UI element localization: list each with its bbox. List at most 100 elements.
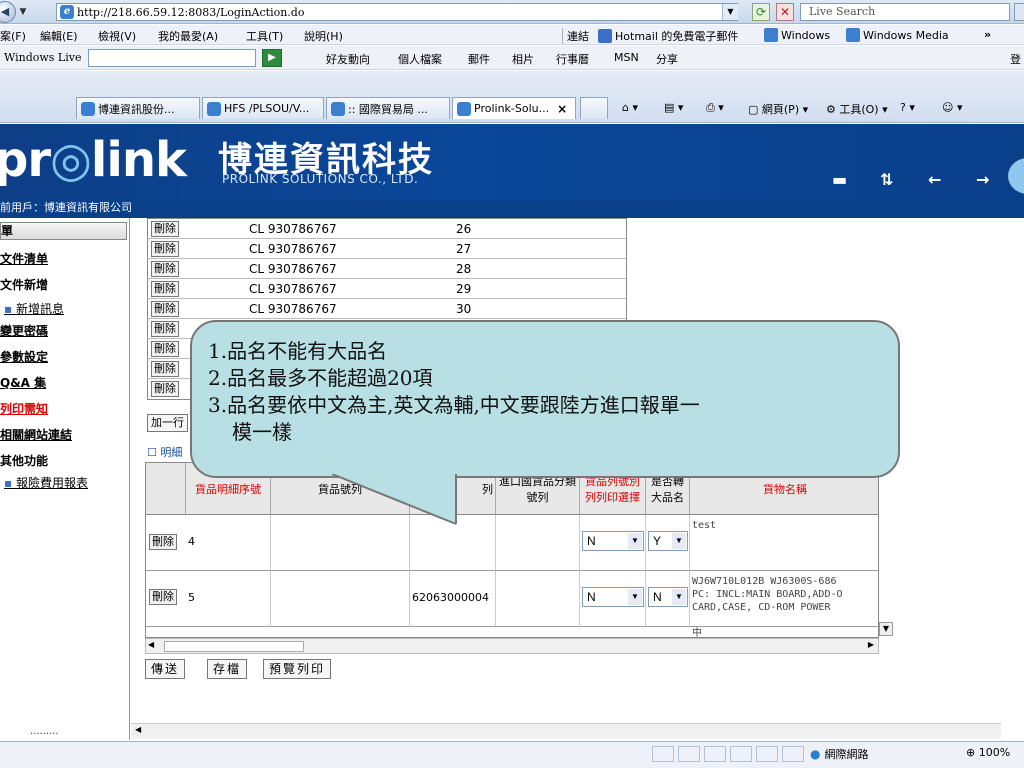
nav-change-password[interactable]: 變更密碼 xyxy=(0,322,48,339)
help-icon[interactable]: ? ▾ xyxy=(900,101,915,114)
forward-arrow-icon[interactable]: → xyxy=(976,170,989,189)
send-button[interactable]: 傳送 xyxy=(145,659,186,679)
tab-hfs[interactable]: HFS /PLSOU/V... xyxy=(202,97,324,119)
live-item-profile[interactable]: 個人檔案 xyxy=(398,51,442,67)
nav-new-message[interactable]: ▪ 新增訊息 xyxy=(4,300,64,317)
url-dropdown-icon[interactable]: ▼ xyxy=(722,4,738,20)
detail-horizontal-scrollbar[interactable]: ◀ ▶ xyxy=(145,638,879,654)
nav-insurance-report[interactable]: ▪ 報險費用報表 xyxy=(4,474,88,491)
url-input[interactable]: e http://218.66.59.12:8083/LoginAction.d… xyxy=(56,3,738,21)
save-button[interactable]: 存檔 xyxy=(207,659,248,679)
page-menu[interactable]: ▢ 網頁(P) ▾ xyxy=(748,101,808,117)
main-content: 刪除 CL 930786767 26 刪除 CL 930786767 27 刪除… xyxy=(131,218,1024,740)
page-horizontal-scrollbar[interactable]: ◀ xyxy=(131,723,1001,739)
search-go-icon[interactable] xyxy=(1014,3,1024,21)
back-button[interactable]: ◀ xyxy=(0,0,16,23)
status-cell xyxy=(782,746,804,762)
add-row-button[interactable]: 加一行 xyxy=(147,414,188,432)
security-zone[interactable]: ● 網際網路 xyxy=(810,746,868,762)
scroll-left-icon[interactable]: ◀ xyxy=(135,725,141,734)
stop-button[interactable]: ✕ xyxy=(776,3,794,21)
live-item-calendar[interactable]: 行事曆 xyxy=(556,51,589,67)
menu-view[interactable]: 檢視(V) xyxy=(98,28,136,44)
live-item-friends[interactable]: 好友動向 xyxy=(326,51,370,67)
print-option-select[interactable]: N xyxy=(582,531,644,551)
back-arrow-icon[interactable]: ← xyxy=(928,170,941,189)
status-bar: ● 網際網路 ⊕ 100% xyxy=(0,741,1024,768)
nav-settings[interactable]: 參數設定 xyxy=(0,348,48,365)
messenger-icon[interactable]: ☺ ▾ xyxy=(942,101,963,114)
menu-favorites[interactable]: 我的最愛(A) xyxy=(158,28,218,44)
delete-button[interactable]: 刪除 xyxy=(151,220,179,237)
company-name-en: PROLINK SOLUTIONS CO., LTD. xyxy=(222,172,419,186)
scroll-right-icon[interactable]: ▶ xyxy=(868,640,874,649)
ie-link-icon xyxy=(764,28,778,42)
nav-print-notes[interactable]: 列印需知 xyxy=(0,400,48,417)
nav-qa[interactable]: Q&A 集 xyxy=(0,374,46,391)
delete-button[interactable]: 刪除 xyxy=(151,340,179,357)
nav-other-functions[interactable]: 其他功能 xyxy=(0,452,48,469)
menu-edit[interactable]: 編輯(E) xyxy=(40,28,78,44)
zoom-level[interactable]: ⊕ 100% xyxy=(966,746,1010,759)
detail-class-cell xyxy=(496,515,580,571)
goods-name-textarea[interactable]: WJ6W710L012B WJ6300S-686 PC: INCL:MAIN B… xyxy=(690,571,878,627)
print-preview-button[interactable]: 預覽列印 xyxy=(263,659,332,679)
annotation-callout: 1.品名不能有大品名 2.品名最多不能超過20項 3.品名要依中文為主,英文為輔… xyxy=(190,320,900,478)
link-hotmail[interactable]: Hotmail 的免費電子郵件 xyxy=(598,28,738,44)
delete-button[interactable]: 刪除 xyxy=(149,589,177,605)
close-tab-icon[interactable]: × xyxy=(557,102,567,116)
live-search-input[interactable]: Live Search xyxy=(800,3,1010,21)
menu-help[interactable]: 說明(H) xyxy=(304,28,343,44)
delete-button[interactable]: 刪除 xyxy=(151,320,179,337)
detail-section-toggle[interactable]: ☐ 明細 xyxy=(147,444,182,460)
delete-button[interactable]: 刪除 xyxy=(151,381,179,397)
delete-button[interactable]: 刪除 xyxy=(151,240,179,257)
goods-name-textarea[interactable]: test xyxy=(690,515,878,571)
link-windows[interactable]: Windows xyxy=(764,28,830,42)
delete-button[interactable]: 刪除 xyxy=(151,360,179,377)
feeds-icon[interactable]: ▤ ▾ xyxy=(664,101,683,114)
live-item-mail[interactable]: 郵件 xyxy=(468,51,490,67)
print-icon[interactable]: ⎙ ▾ xyxy=(706,101,724,115)
refresh-button[interactable]: ⟳ xyxy=(752,3,770,21)
tab-prolink-company[interactable]: 博連資訊股份... xyxy=(76,97,200,119)
home-icon[interactable]: ⌂ ▾ xyxy=(622,101,638,114)
major-name-select[interactable]: N xyxy=(648,587,688,607)
tab-prolink-solutions[interactable]: Prolink-Solu... × xyxy=(452,97,576,119)
new-tab-button[interactable] xyxy=(580,97,608,119)
scrollbar-thumb[interactable] xyxy=(164,641,304,652)
nav-resize-handle[interactable]: ......... xyxy=(30,726,59,737)
delete-button[interactable]: 刪除 xyxy=(151,260,179,277)
print-option-select[interactable]: N xyxy=(582,587,644,607)
live-item-share[interactable]: 分享 xyxy=(656,51,678,67)
tabs-bar: 博連資訊股份... HFS /PLSOU/V... :: 國際貿易局 ... P… xyxy=(0,71,1024,123)
table-row: 刪除 CL 930786767 29 xyxy=(148,279,626,299)
live-item-signin[interactable]: 登 xyxy=(1010,51,1021,67)
history-dropdown-icon[interactable]: ▼ xyxy=(16,7,30,17)
nav-document-new[interactable]: 文件新增 xyxy=(0,276,48,293)
links-more-button[interactable]: » xyxy=(984,28,991,41)
nav-document-list[interactable]: 文件清单 xyxy=(0,250,48,267)
major-name-select[interactable]: Y xyxy=(648,531,688,551)
link-windows-media[interactable]: Windows Media xyxy=(846,28,949,42)
tab-trade-bureau[interactable]: :: 國際貿易局 ... xyxy=(326,97,450,119)
live-item-msn[interactable]: MSN xyxy=(614,51,639,64)
scroll-down-icon[interactable]: ▼ xyxy=(879,622,893,636)
live-item-photos[interactable]: 相片 xyxy=(512,51,534,67)
ie-link-icon xyxy=(846,28,860,42)
tools-menu[interactable]: ⚙ 工具(O) ▾ xyxy=(826,101,888,117)
delete-button[interactable]: 刪除 xyxy=(151,300,179,317)
nav-header: 單 xyxy=(0,222,127,240)
detail-print-cell: N xyxy=(580,515,646,571)
nav-related-links[interactable]: 相關網站連結 xyxy=(0,426,72,443)
menu-tools[interactable]: 工具(T) xyxy=(246,28,283,44)
windows-live-search-input[interactable] xyxy=(88,49,256,67)
menu-file[interactable]: 案(F) xyxy=(0,28,26,44)
windows-live-search-button[interactable]: ▶ xyxy=(262,49,282,67)
table-row: 刪除 CL 930786767 26 xyxy=(148,219,626,239)
delete-button[interactable]: 刪除 xyxy=(151,280,179,297)
minimize-icon[interactable]: ▬ xyxy=(832,170,847,189)
swap-icon[interactable]: ⇅ xyxy=(880,170,893,189)
scroll-left-icon[interactable]: ◀ xyxy=(148,640,154,649)
delete-button[interactable]: 刪除 xyxy=(149,534,177,550)
